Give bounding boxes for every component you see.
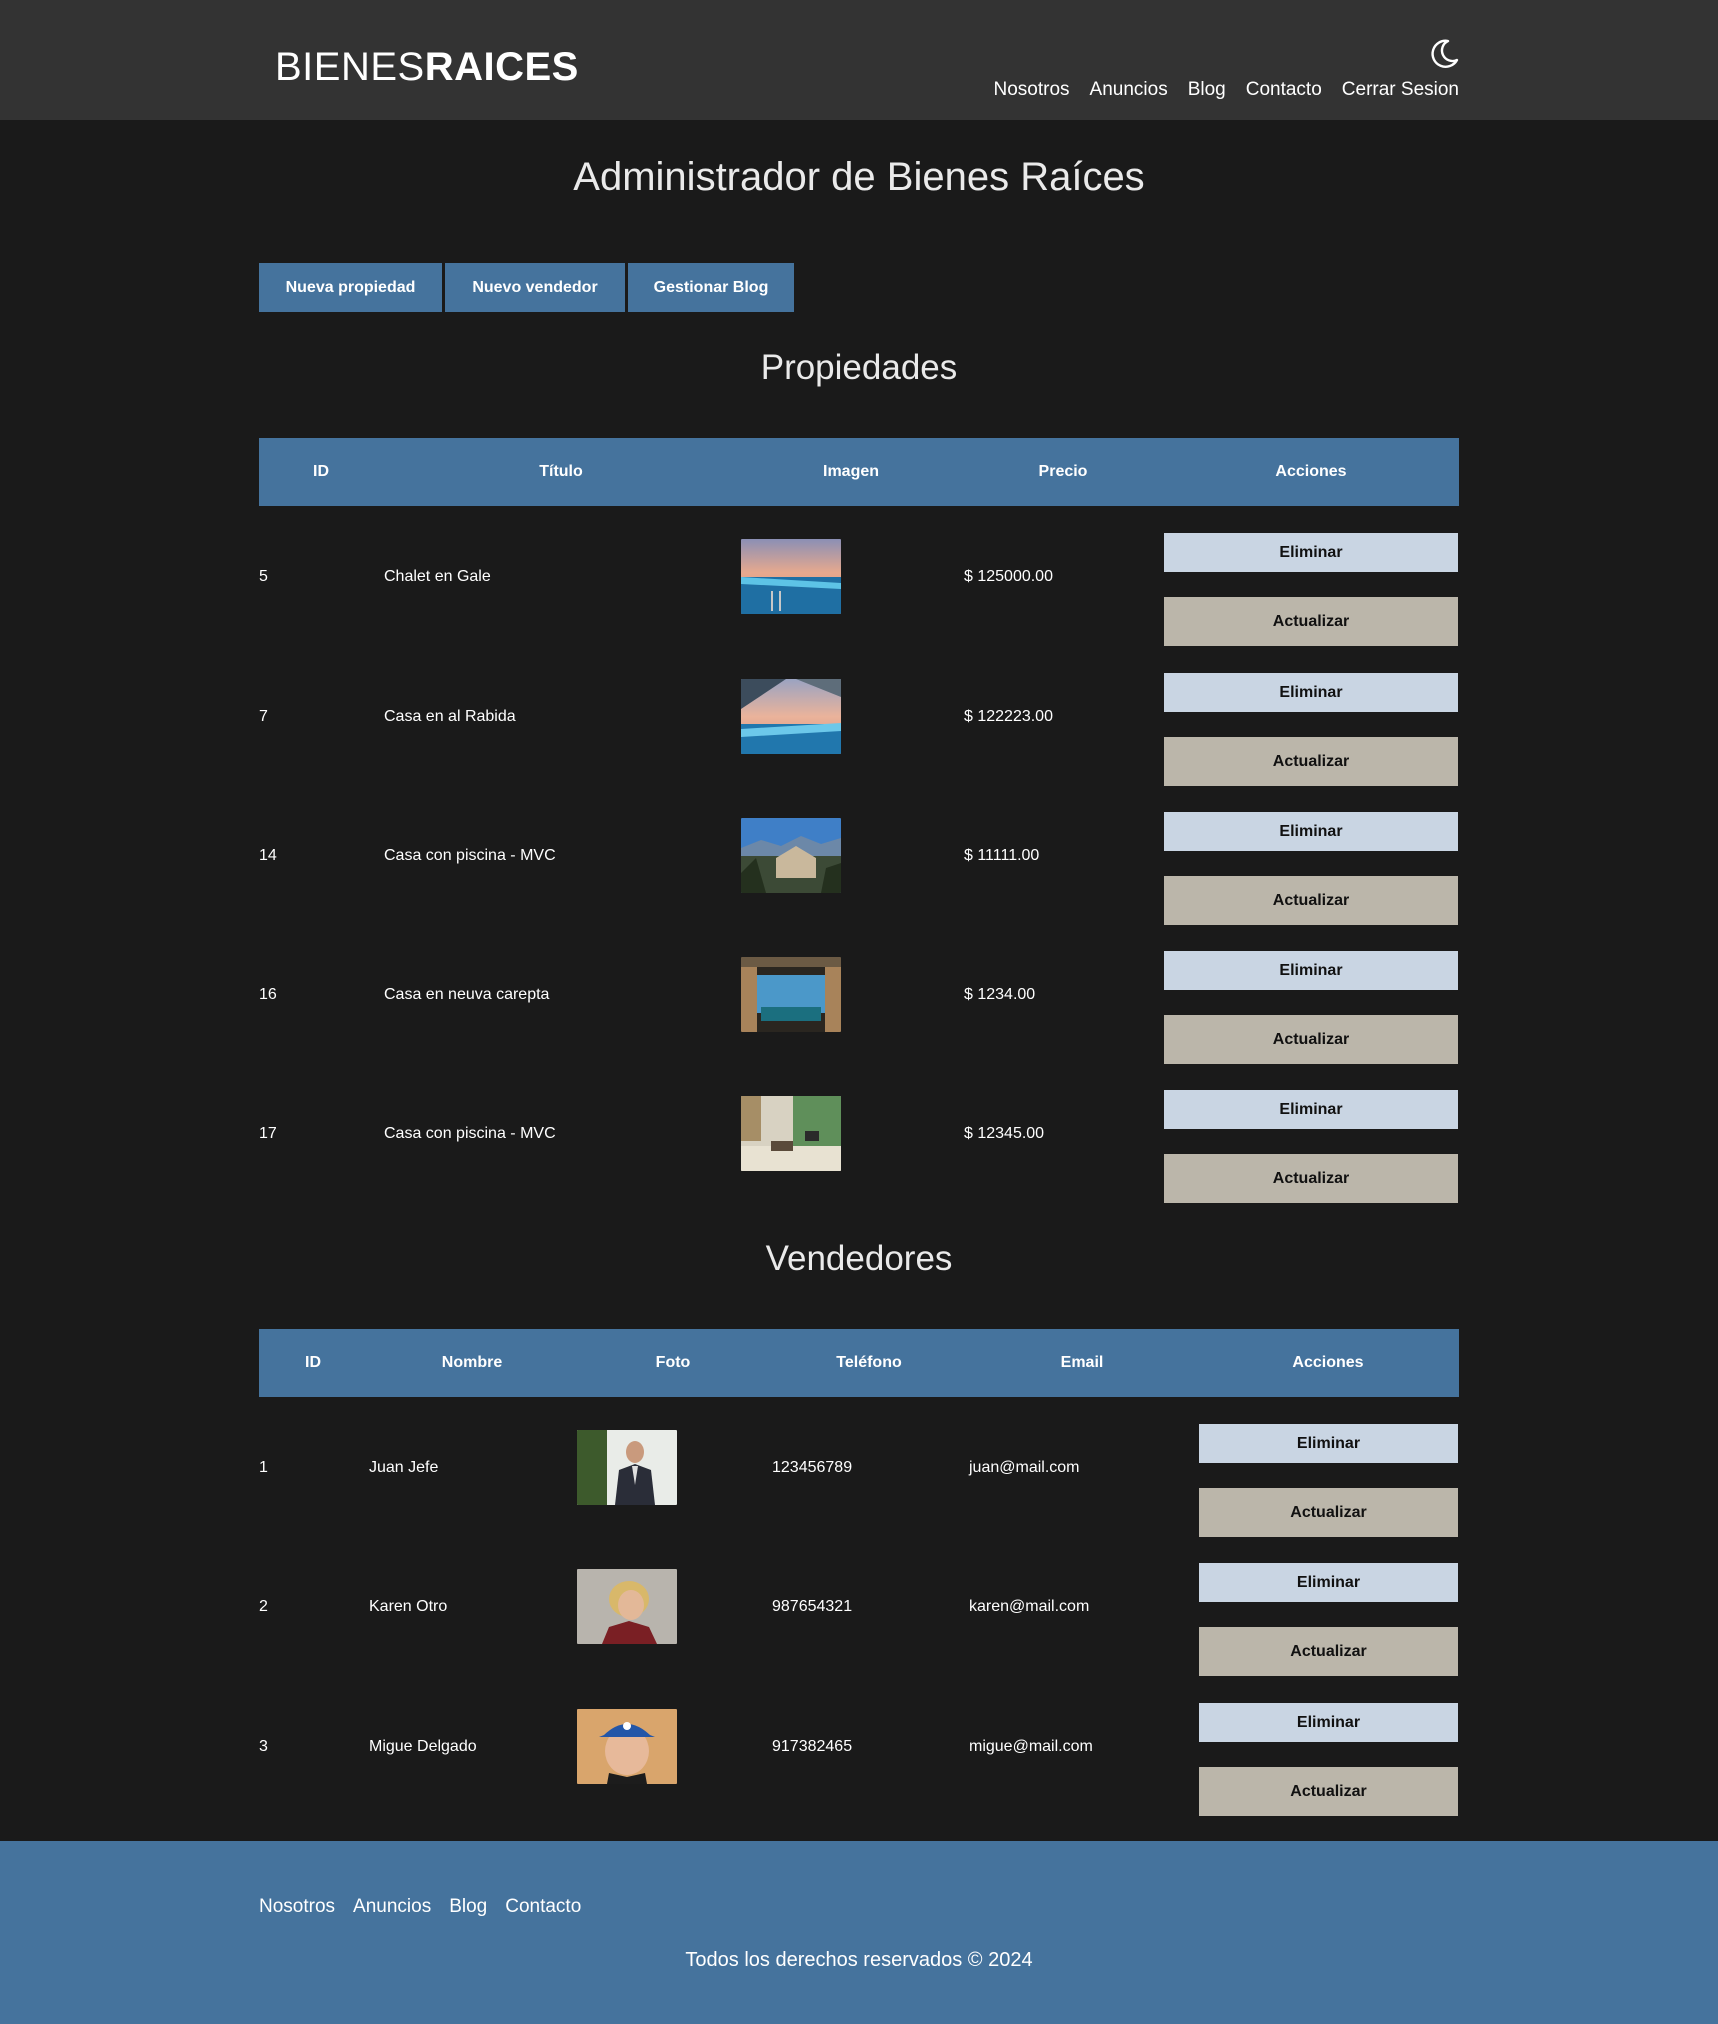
col-precio: Precio [1038, 463, 1088, 480]
property-title: Casa en al Rabida [384, 708, 516, 725]
delete-button[interactable]: Eliminar [1199, 1703, 1458, 1742]
site-footer: Nosotros Anuncios Blog Contacto Todos lo… [0, 1841, 1718, 2024]
property-price: $ 1234.00 [964, 986, 1036, 1003]
update-button[interactable]: Actualizar [1199, 1627, 1458, 1676]
property-price: $ 122223.00 [964, 708, 1053, 725]
seller-row: 3 Migue Delgado 917382465 migue@mail.com… [259, 1677, 1459, 1817]
seller-id: 1 [259, 1459, 268, 1476]
update-button[interactable]: Actualizar [1199, 1488, 1458, 1537]
col-id: ID [313, 463, 329, 480]
delete-button[interactable]: Eliminar [1164, 812, 1458, 851]
property-id: 17 [259, 1125, 277, 1142]
property-title: Casa en neuva carepta [384, 986, 550, 1003]
update-button[interactable]: Actualizar [1164, 1154, 1458, 1203]
footer-nav: Nosotros Anuncios Blog Contacto [259, 1896, 581, 1918]
manage-blog-button[interactable]: Gestionar Blog [628, 263, 794, 312]
property-image [741, 679, 841, 754]
update-button[interactable]: Actualizar [1164, 1015, 1458, 1064]
delete-button[interactable]: Eliminar [1164, 533, 1458, 572]
footer-nav-nosotros[interactable]: Nosotros [259, 1896, 335, 1918]
seller-email: karen@mail.com [969, 1598, 1090, 1615]
new-property-button[interactable]: Nueva propiedad [259, 263, 442, 312]
seller-id: 2 [259, 1598, 268, 1615]
col-acciones: Acciones [1275, 463, 1347, 480]
copyright: Todos los derechos reservados © 2024 [685, 1949, 1033, 1971]
seller-email: migue@mail.com [969, 1738, 1093, 1755]
delete-button[interactable]: Eliminar [1164, 1090, 1458, 1129]
col-email: Email [1060, 1354, 1104, 1371]
property-price: $ 11111.00 [964, 847, 1040, 864]
seller-name: Karen Otro [369, 1598, 448, 1615]
properties-table-header: ID Título Imagen Precio Acciones [259, 438, 1459, 506]
col-titulo: Título [539, 463, 583, 480]
delete-button[interactable]: Eliminar [1164, 673, 1458, 712]
update-button[interactable]: Actualizar [1199, 1767, 1458, 1816]
seller-name: Migue Delgado [369, 1738, 477, 1755]
property-id: 16 [259, 986, 277, 1003]
property-image [741, 957, 841, 1032]
delete-button[interactable]: Eliminar [1199, 1424, 1458, 1463]
property-id: 14 [259, 847, 277, 864]
seller-id: 3 [259, 1738, 268, 1755]
seller-photo [577, 1569, 677, 1644]
col-telefono: Teléfono [836, 1354, 902, 1371]
nav-contacto[interactable]: Contacto [1246, 79, 1322, 101]
seller-photo [577, 1709, 677, 1784]
seller-phone: 917382465 [772, 1738, 853, 1755]
property-image [741, 1096, 841, 1171]
main-nav: Nosotros Anuncios Blog Contacto Cerrar S… [994, 79, 1460, 101]
col-id: ID [305, 1354, 321, 1371]
update-button[interactable]: Actualizar [1164, 737, 1458, 786]
col-imagen: Imagen [822, 463, 880, 480]
seller-photo [577, 1430, 677, 1505]
property-image [741, 539, 841, 614]
property-title: Chalet en Gale [384, 568, 491, 585]
nav-blog[interactable]: Blog [1188, 79, 1226, 101]
sellers-title: Vendedores [765, 1239, 953, 1278]
seller-name: Juan Jefe [369, 1459, 439, 1476]
nav-cerrar-sesion[interactable]: Cerrar Sesion [1342, 79, 1459, 101]
footer-nav-contacto[interactable]: Contacto [505, 1896, 581, 1918]
nav-nosotros[interactable]: Nosotros [994, 79, 1070, 101]
delete-button[interactable]: Eliminar [1199, 1563, 1458, 1602]
page-title: Administrador de Bienes Raíces [573, 155, 1145, 199]
nav-anuncios[interactable]: Anuncios [1090, 79, 1168, 101]
seller-email: juan@mail.com [969, 1459, 1080, 1476]
property-image [741, 818, 841, 893]
col-foto: Foto [655, 1354, 691, 1371]
col-nombre: Nombre [441, 1354, 503, 1371]
properties-title: Propiedades [760, 348, 958, 387]
property-price: $ 125000.00 [964, 568, 1053, 585]
property-row: 14 Casa con piscina - MVC $ 11111.00 Eli… [259, 786, 1459, 926]
footer-nav-anuncios[interactable]: Anuncios [353, 1896, 431, 1918]
footer-nav-blog[interactable]: Blog [449, 1896, 487, 1918]
update-button[interactable]: Actualizar [1164, 597, 1458, 646]
property-row: 16 Casa en neuva carepta $ 1234.00 Elimi… [259, 925, 1459, 1065]
col-acciones: Acciones [1292, 1354, 1364, 1371]
admin-actions: Nueva propiedad Nuevo vendedor Gestionar… [259, 263, 794, 312]
moon-icon[interactable] [1428, 38, 1460, 70]
property-price: $ 12345.00 [964, 1125, 1045, 1142]
seller-row: 1 Juan Jefe 123456789 juan@mail.com Elim… [259, 1398, 1459, 1538]
sellers-table-header: ID Nombre Foto Teléfono Email Acciones [259, 1329, 1459, 1397]
logo[interactable]: BIENESRAICES [275, 45, 579, 90]
update-button[interactable]: Actualizar [1164, 876, 1458, 925]
property-title: Casa con piscina - MVC [384, 1125, 556, 1142]
new-seller-button[interactable]: Nuevo vendedor [445, 263, 625, 312]
seller-phone: 123456789 [772, 1459, 853, 1476]
seller-row: 2 Karen Otro 987654321 karen@mail.com El… [259, 1537, 1459, 1677]
property-id: 5 [259, 568, 268, 585]
property-row: 17 Casa con piscina - MVC $ 12345.00 Eli… [259, 1064, 1459, 1204]
seller-phone: 987654321 [772, 1598, 853, 1615]
property-title: Casa con piscina - MVC [384, 847, 556, 864]
property-row: 5 Chalet en Gale $ 125000.00 Eliminar Ac… [259, 507, 1459, 647]
property-row: 7 Casa en al Rabida $ 122223.00 Eliminar… [259, 647, 1459, 787]
site-header: BIENESRAICES Nosotros Anuncios Blog Cont… [0, 0, 1718, 120]
delete-button[interactable]: Eliminar [1164, 951, 1458, 990]
property-id: 7 [259, 708, 268, 725]
